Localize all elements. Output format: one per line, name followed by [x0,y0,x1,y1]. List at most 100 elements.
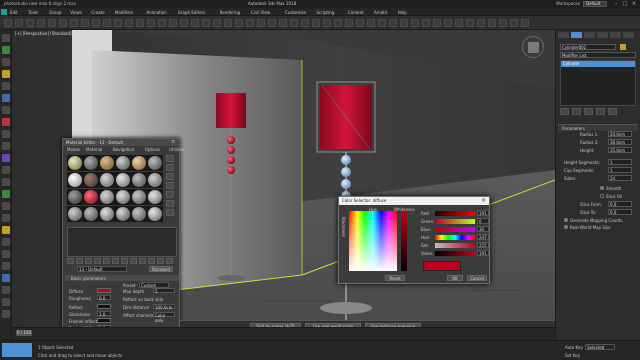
toolbar-button[interactable] [81,19,89,27]
sample-slot[interactable] [147,172,163,188]
material-side-tool[interactable] [166,200,174,207]
reset-button[interactable]: Reset [385,275,405,281]
menu-item-rendering[interactable]: Rendering [220,10,240,15]
toolbar-button[interactable] [169,19,177,27]
workspaces-dropdown[interactable]: Default [583,1,607,7]
material-tool-button[interactable] [94,258,101,264]
material-tool-button[interactable] [166,258,173,264]
material-name-field[interactable]: 13 - Default [77,266,127,272]
checkbox[interactable] [564,225,568,229]
checkbox[interactable] [564,218,568,222]
toolbar-button[interactable] [59,19,67,27]
stack-tool-button[interactable] [608,108,617,115]
menu-item-group[interactable]: Group [49,10,61,15]
material-param-field[interactable]: 100.0cm [153,304,175,310]
sample-slot[interactable] [99,189,115,205]
maxscript-listener[interactable] [2,343,32,357]
minimize-icon[interactable]: – [612,1,620,7]
maximize-icon[interactable]: □ [621,1,629,7]
toolbar-button[interactable] [268,19,276,27]
tool-strip-button[interactable] [2,166,10,174]
param-field[interactable]: 30.0cm [608,139,632,145]
tool-strip-button[interactable] [2,178,10,186]
ok-button[interactable]: OK [447,275,463,281]
tool-strip-button[interactable] [2,58,10,66]
material-param-field[interactable]: 0.0 [97,295,111,301]
param-field[interactable]: 20.0cm [608,131,632,137]
tool-strip-button[interactable] [2,286,10,294]
material-param-field[interactable]: 5 [153,288,175,294]
material-tool-button[interactable] [157,258,164,264]
sample-slot[interactable] [99,172,115,188]
blackness-slider[interactable] [401,211,407,271]
sample-slot[interactable] [83,172,99,188]
toolbar-button[interactable] [312,19,320,27]
command-tab-utilities[interactable] [623,32,634,38]
material-side-tool[interactable] [166,209,174,216]
material-side-tool[interactable] [166,164,174,171]
checkbox[interactable] [600,186,604,190]
command-tab-modify[interactable] [571,32,582,38]
object-color-swatch[interactable] [620,44,626,50]
toolbar-button[interactable] [345,19,353,27]
basic-params-rollout[interactable]: Basic parameters [65,275,179,281]
toolbar-button[interactable] [367,19,375,27]
slice-field[interactable]: 0.0 [608,201,632,207]
tool-strip-button[interactable] [2,202,10,210]
sample-slot[interactable] [67,206,83,222]
toolbar-button[interactable] [334,19,342,27]
material-side-tool[interactable] [166,173,174,180]
material-menu-material[interactable]: Material [86,147,102,152]
toolbar-button[interactable] [4,19,12,27]
selected-dropdown[interactable]: Selected [585,344,615,350]
stack-item[interactable]: Cylinder [561,61,635,67]
channel-spinner[interactable]: 247 [477,234,489,240]
sample-slot[interactable] [83,206,99,222]
sample-slot[interactable] [115,172,131,188]
toolbar-button[interactable] [15,19,23,27]
app-icon[interactable] [1,9,7,15]
stack-tool-button[interactable] [572,108,581,115]
sample-slot[interactable] [83,189,99,205]
param-field[interactable]: 35.0cm [608,147,632,153]
tool-strip-button[interactable] [2,142,10,150]
menu-item-edit[interactable]: Edit [10,10,18,15]
param-field[interactable]: 1 [608,167,632,173]
slice-field[interactable]: 0.0 [608,209,632,215]
tool-strip-button[interactable] [2,190,10,198]
material-color-swatch[interactable] [97,304,111,309]
menu-item-create[interactable]: Create [91,10,104,15]
viewport-label[interactable]: [+] [Perspective] [Standard] [Default Sh… [15,31,108,36]
menu-item-customize[interactable]: Customize [285,10,306,15]
channel-slider[interactable] [435,243,475,248]
menu-item-arnold[interactable]: Arnold [374,10,387,15]
toolbar-button[interactable] [444,19,452,27]
sample-slot[interactable] [67,172,83,188]
toolbar-button[interactable] [279,19,287,27]
command-tab-display[interactable] [610,32,621,38]
toolbar-button[interactable] [455,19,463,27]
toolbar-button[interactable] [433,19,441,27]
shader-type-button[interactable]: Standard [149,266,173,272]
sample-slot[interactable] [131,206,147,222]
channel-slider[interactable] [435,211,475,216]
sample-slot[interactable] [99,155,115,171]
menu-item-animation[interactable]: Animation [146,10,166,15]
toolbar-button[interactable] [147,19,155,27]
material-editor-titlebar[interactable]: Material Editor - 13 - Default × [63,139,179,146]
toolbar-button[interactable] [92,19,100,27]
sample-slot[interactable] [147,206,163,222]
menu-item-modifiers[interactable]: Modifiers [115,10,133,15]
material-tool-button[interactable] [85,258,92,264]
toolbar-button[interactable] [224,19,232,27]
color-selector-titlebar[interactable]: Color Selector: diffuse × [339,197,489,205]
toolbar-button[interactable] [114,19,122,27]
channel-spinner[interactable]: 191 [477,250,489,256]
sample-slot[interactable] [147,155,163,171]
toolbar-button[interactable] [158,19,166,27]
material-menu-navigation[interactable]: Navigation [113,147,135,152]
material-tool-button[interactable] [112,258,119,264]
tool-strip-button[interactable] [2,106,10,114]
toolbar-button[interactable] [378,19,386,27]
material-color-swatch[interactable] [97,288,111,293]
